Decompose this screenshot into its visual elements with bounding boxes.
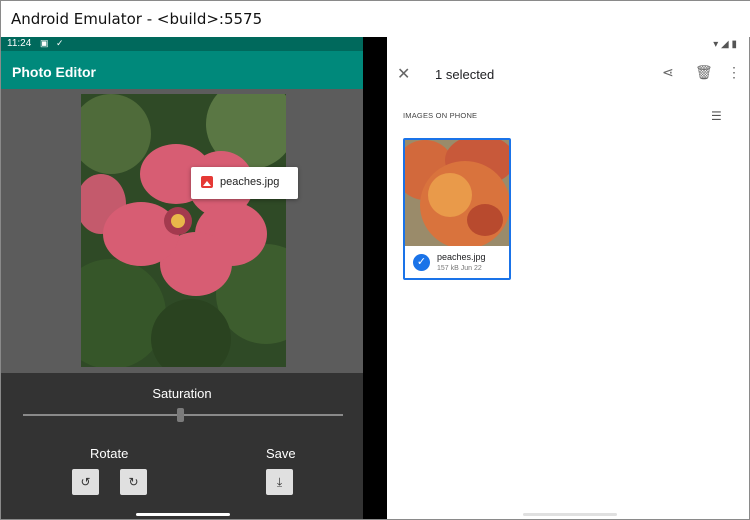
gesture-nav-bar-right[interactable] (523, 513, 617, 516)
checkmark-icon[interactable]: ✓ (413, 254, 430, 271)
window-title: Android Emulator - <build>:5575 (11, 10, 263, 28)
share-icon[interactable]: ⋖ (662, 64, 674, 81)
close-icon[interactable]: ✕ (397, 64, 410, 84)
more-options-icon[interactable]: ⋮ (727, 64, 741, 81)
list-view-icon[interactable]: ☰ (711, 109, 722, 123)
rotate-right-icon: ↻ (128, 475, 139, 489)
screen-divider (363, 37, 387, 519)
image-file-icon (201, 176, 213, 188)
selection-count: 1 selected (435, 67, 495, 82)
editor-controls: Saturation Rotate Save ↺ ↻ ⤓ (1, 373, 363, 519)
app-title: Photo Editor (12, 64, 96, 80)
status-bar: 11:24 ▣ ✓ (1, 37, 363, 51)
rotate-left-button[interactable]: ↺ (72, 469, 99, 495)
saturation-slider[interactable] (23, 408, 343, 422)
save-button[interactable]: ⤓ (266, 469, 293, 495)
left-screen: 11:24 ▣ ✓ Photo Editor peaches.jpg Satur… (1, 37, 363, 519)
battery-icon: ▮ (731, 39, 737, 50)
flower-photo (81, 94, 286, 367)
wifi-icon: ▾ (713, 39, 719, 50)
status-time: 11:24 (7, 38, 32, 49)
emulator-window: Android Emulator - <build>:5575 11:24 ▣ … (0, 0, 750, 520)
save-label: Save (266, 446, 296, 461)
drag-file-name: peaches.jpg (220, 176, 280, 188)
file-thumbnail (405, 140, 509, 246)
download-done-icon: ✓ (56, 38, 64, 48)
status-icons: ▾ ◢ ▮ (713, 39, 737, 50)
selection-toolbar: ✕ 1 selected ⋖ 🗑 ⋮ (387, 61, 749, 87)
section-header: IMAGES ON PHONE (403, 111, 478, 120)
notification-icon: ▣ (40, 38, 49, 48)
photo-area: peaches.jpg (1, 89, 363, 373)
rotate-right-button[interactable]: ↻ (120, 469, 147, 495)
drag-file-chip[interactable]: peaches.jpg (191, 167, 298, 199)
file-meta: 157 kB Jun 22 (437, 265, 482, 272)
gesture-nav-bar[interactable] (136, 513, 230, 516)
app-bar: Photo Editor (1, 51, 363, 89)
window-titlebar: Android Emulator - <build>:5575 (1, 1, 750, 37)
rotate-left-icon: ↺ (80, 475, 91, 489)
file-info: ✓ peaches.jpg 157 kB Jun 22 (405, 246, 509, 278)
rotate-label: Rotate (90, 446, 129, 461)
save-download-icon: ⤓ (276, 475, 283, 489)
file-name: peaches.jpg (437, 252, 486, 262)
signal-icon: ◢ (721, 39, 729, 50)
saturation-slider-thumb[interactable] (176, 408, 184, 422)
file-card[interactable]: ✓ peaches.jpg 157 kB Jun 22 (403, 138, 511, 280)
saturation-label: Saturation (152, 386, 212, 401)
delete-icon[interactable]: 🗑 (695, 64, 713, 81)
right-screen: ▾ ◢ ▮ ✕ 1 selected ⋖ 🗑 ⋮ IMAGES ON PHONE… (387, 37, 749, 519)
